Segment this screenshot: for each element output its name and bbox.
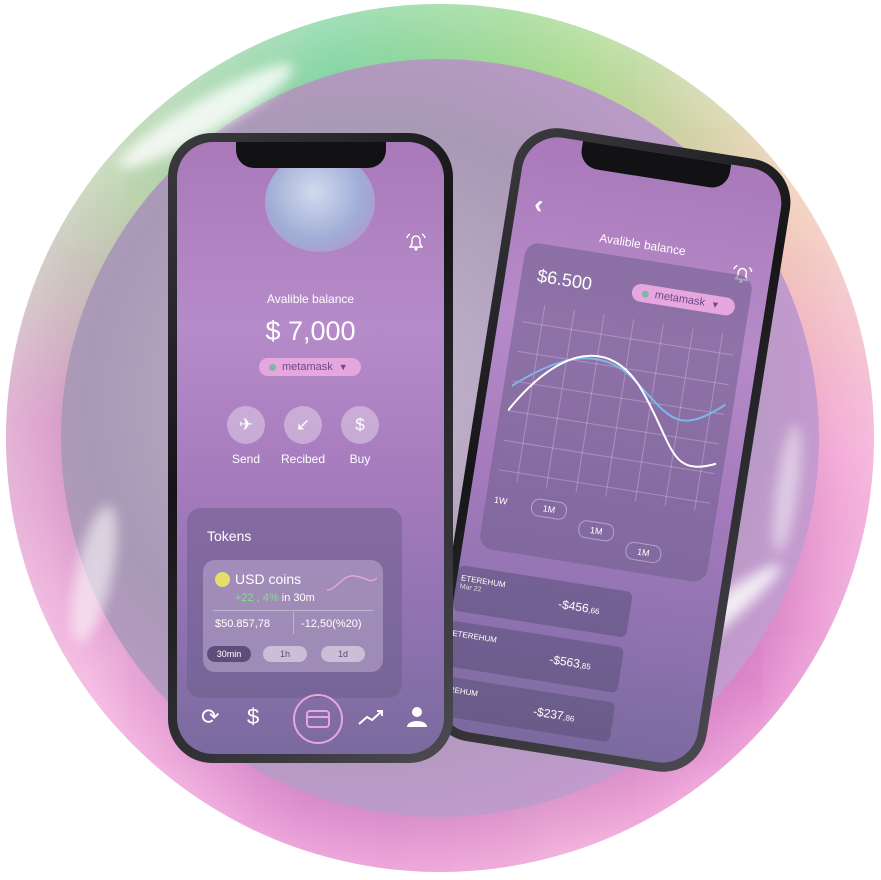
wallet-selector[interactable]: metamask ▼ [630,282,737,317]
back-icon[interactable]: ‹ [532,188,545,220]
send-label: Send [231,452,261,466]
timeframe-chip[interactable]: 1M [576,519,616,543]
timeframe-chip[interactable]: 1M [529,497,569,521]
dollar-icon: $ [355,415,365,434]
wallet-dot-icon [641,289,650,298]
trend-icon[interactable] [357,708,385,731]
tx-name: ETEREHUM [451,628,498,645]
change-period: in 30m [281,592,315,604]
tx-amount: -$456,66 [557,597,601,617]
tx-amount-cents: ,66 [587,605,601,617]
timeframe-chip[interactable]: 30min [207,646,251,662]
tokens-title: Tokens [207,528,252,544]
buy-label: Buy [349,452,371,466]
bottom-nav: ⟳ $ [177,684,444,754]
coin-icon [215,572,230,587]
tokens-card: Tokens USD coins +22 , 4% in 30m $50.857… [187,508,402,698]
buy-button[interactable]: $ [341,406,379,444]
card-button[interactable] [293,694,343,744]
bell-icon[interactable] [404,230,428,254]
tx-amount-main: -$456 [557,596,590,616]
timeframe-chip[interactable]: 1M [624,540,663,565]
tx-amount-cents: ,86 [562,713,575,724]
token-value: $50.857,78 [215,618,271,630]
token-delta: -12,50(%20) [301,618,362,630]
timeframe-chip[interactable]: 1W [485,490,517,510]
chart-card: $6.500 metamask ▼ 1W 1M 1M 1M [478,241,754,584]
balance-value: $6.500 [535,265,594,294]
timeframe-chip[interactable]: 1d [321,646,365,662]
wallet-label: metamask [653,289,706,309]
profile-icon[interactable] [405,704,429,733]
arrow-down-left-icon: ↙ [295,415,311,434]
sparkline-chart [327,575,377,591]
exchange-icon[interactable]: $ [247,704,259,730]
wallet-selector[interactable]: metamask ▼ [259,358,361,376]
tx-amount-main: -$237 [532,704,565,723]
refresh-icon[interactable]: ⟳ [201,704,219,730]
wallet-dot-icon [269,363,276,371]
change-percent: +22 , 4% [235,592,279,604]
tx-amount: -$563,85 [548,652,592,672]
coin-name: USD coins [235,571,302,587]
change-row: +22 , 4% in 30m [235,592,315,604]
balance-chart [498,304,734,512]
chevron-down-icon: ▼ [338,362,348,372]
left-phone-screen: Avalible balance $ 7,000 metamask ▼ ✈ Se… [177,142,444,754]
chevron-down-icon: ▼ [710,299,721,311]
tx-amount-main: -$563 [548,652,581,671]
tx-amount: -$237,86 [532,704,576,724]
left-phone: Avalible balance $ 7,000 metamask ▼ ✈ Se… [168,133,453,763]
token-divider [213,610,373,611]
recibed-label: Recibed [280,452,326,466]
paper-plane-icon: ✈ [238,415,254,434]
value-divider [293,612,294,634]
timeframe-chip[interactable]: 1h [263,646,307,662]
tx-amount-cents: ,85 [578,660,592,672]
send-button[interactable]: ✈ [227,406,265,444]
recibed-button[interactable]: ↙ [284,406,322,444]
wallet-label: metamask [282,361,333,373]
notch [235,142,386,168]
token-item[interactable]: USD coins +22 , 4% in 30m $50.857,78 -12… [203,560,383,672]
balance-value: $ 7,000 [265,316,356,346]
balance-label: Avalible balance [266,292,355,306]
card-icon [306,710,330,728]
